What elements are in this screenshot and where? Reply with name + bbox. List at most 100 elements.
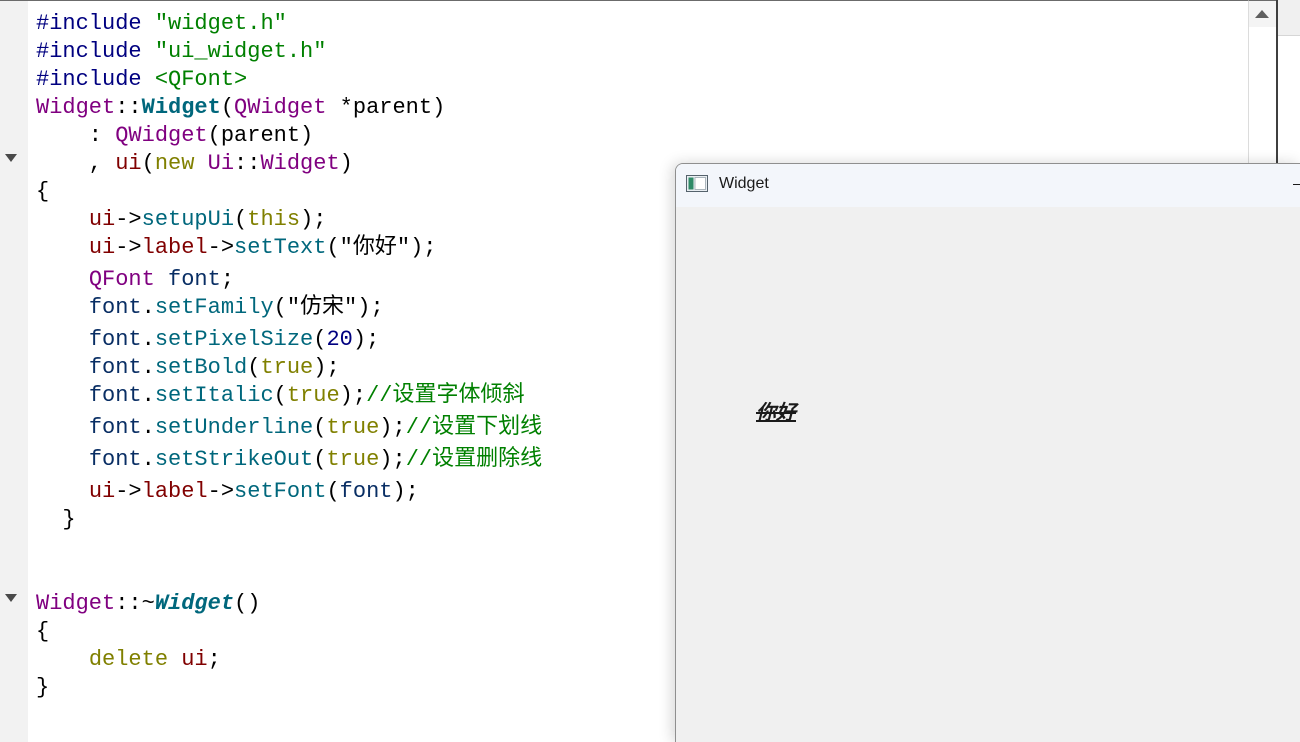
window-title: Widget xyxy=(719,175,769,192)
widget-window[interactable]: Widget 你好 xyxy=(675,163,1300,742)
code-token: QFont xyxy=(88,267,155,292)
code-token: //设置删除线 xyxy=(405,447,543,472)
code-token: ) xyxy=(339,151,353,176)
code-token: ( xyxy=(313,447,327,472)
code-token: ("你好"); xyxy=(326,235,437,260)
code-token: { xyxy=(36,179,50,204)
code-line[interactable]: delete ui; xyxy=(36,646,221,674)
code-token: ( xyxy=(234,207,248,232)
code-token: ui xyxy=(88,479,116,504)
code-line[interactable]: QFont font; xyxy=(36,266,234,294)
code-token: ); xyxy=(392,479,419,504)
code-token: true xyxy=(326,415,380,440)
fold-arrow-icon[interactable] xyxy=(5,594,17,603)
code-token: :: xyxy=(234,151,261,176)
code-token: . xyxy=(141,415,155,440)
code-token: : xyxy=(36,123,116,148)
code-token: true xyxy=(326,447,380,472)
code-token: -> xyxy=(207,479,235,504)
code-line[interactable]: font.setFamily("仿宋"); xyxy=(36,294,384,322)
minimize-button[interactable] xyxy=(1282,164,1300,204)
code-token: font xyxy=(88,383,142,408)
code-token: <QFont> xyxy=(154,67,248,92)
code-line[interactable]: Widget::Widget(QWidget *parent) xyxy=(36,94,445,122)
code-line[interactable]: } xyxy=(36,674,49,702)
editor-gutter xyxy=(0,1,28,742)
code-token: ); xyxy=(300,207,327,232)
code-line[interactable]: } xyxy=(36,506,76,534)
code-token: setupUi xyxy=(141,207,235,232)
code-token: ); xyxy=(379,447,406,472)
code-token: . xyxy=(141,295,155,320)
code-token: font xyxy=(88,295,142,320)
code-token: :: xyxy=(115,95,142,120)
code-line[interactable]: { xyxy=(36,178,49,206)
code-line[interactable]: #include <QFont> xyxy=(36,66,247,94)
code-line[interactable]: font.setBold(true); xyxy=(36,354,340,382)
code-token: -> xyxy=(207,235,235,260)
code-line[interactable]: font.setUnderline(true);//设置下划线 xyxy=(36,414,542,442)
code-token: ( xyxy=(326,479,340,504)
code-token: setStrikeOut xyxy=(154,447,314,472)
code-token: new xyxy=(154,151,195,176)
code-line[interactable]: ui->setupUi(this); xyxy=(36,206,327,234)
code-line[interactable]: #include "widget.h" xyxy=(36,10,287,38)
code-token: setFamily xyxy=(154,295,274,320)
code-token: ui xyxy=(181,647,208,672)
code-token: setBold xyxy=(154,355,248,380)
code-token: font xyxy=(88,415,142,440)
code-token: //设置下划线 xyxy=(405,415,543,440)
code-token: ::~ xyxy=(115,591,155,616)
code-token: 20 xyxy=(326,327,353,352)
code-line[interactable]: , ui(new Ui::Widget) xyxy=(36,150,353,178)
code-line[interactable]: #include "ui_widget.h" xyxy=(36,38,326,66)
code-token: setUnderline xyxy=(154,415,314,440)
fold-arrow-icon[interactable] xyxy=(5,154,17,163)
code-token: -> xyxy=(115,235,142,260)
code-token: true xyxy=(260,355,314,380)
code-line[interactable]: ui->label->setText("你好"); xyxy=(36,234,437,262)
code-token: ); xyxy=(339,383,367,408)
code-token: } xyxy=(36,675,50,700)
code-line[interactable]: Widget::~Widget() xyxy=(36,590,260,618)
hello-label: 你好 xyxy=(756,400,796,424)
code-token: label xyxy=(141,235,208,260)
code-line[interactable]: font.setPixelSize(20); xyxy=(36,326,379,354)
code-token: this xyxy=(247,207,301,232)
code-token: . xyxy=(141,327,155,352)
code-token: } xyxy=(36,507,76,532)
code-token: ("仿宋"); xyxy=(273,295,384,320)
code-token: true xyxy=(286,383,340,408)
code-token: ( xyxy=(220,95,235,120)
code-token: ui xyxy=(115,151,142,176)
code-line[interactable]: : QWidget(parent) xyxy=(36,122,313,150)
window-title-bar[interactable]: Widget xyxy=(676,164,1300,207)
code-token: ); xyxy=(352,327,380,352)
code-line[interactable]: font.setStrikeOut(true);//设置删除线 xyxy=(36,446,542,474)
code-token: setPixelSize xyxy=(154,327,314,352)
code-token: #include xyxy=(36,39,155,64)
code-line[interactable]: { xyxy=(36,618,49,646)
code-token: font xyxy=(88,447,142,472)
scroll-up-button[interactable] xyxy=(1249,1,1276,27)
code-token: #include xyxy=(36,11,155,36)
code-line[interactable]: ui->label->setFont(font); xyxy=(36,478,419,506)
code-token: . xyxy=(141,383,155,408)
minimize-icon xyxy=(1293,184,1300,185)
code-token: //设置字体倾斜 xyxy=(366,383,525,408)
code-token: , xyxy=(36,151,116,176)
code-token: ( xyxy=(313,327,327,352)
code-token: font xyxy=(88,355,142,380)
code-token: ( xyxy=(141,151,155,176)
code-token: Widget xyxy=(36,95,116,120)
window-client-area: 你好 xyxy=(676,207,1300,742)
code-token: ); xyxy=(379,415,406,440)
code-line[interactable]: font.setItalic(true);//设置字体倾斜 xyxy=(36,382,525,410)
